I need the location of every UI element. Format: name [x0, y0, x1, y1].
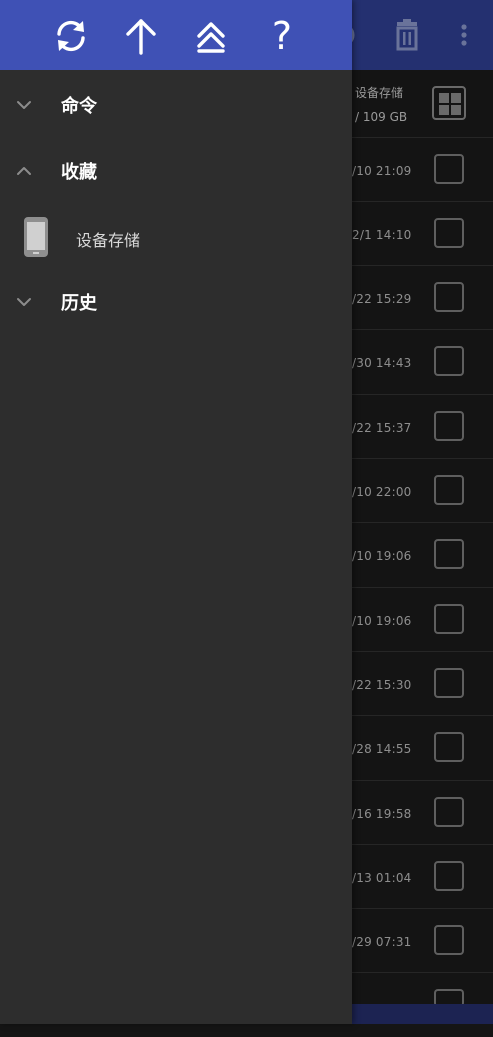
refresh-icon[interactable] — [51, 16, 91, 56]
row-checkbox[interactable] — [434, 604, 464, 634]
arrow-up-icon[interactable] — [121, 16, 161, 56]
section-label: 历史 — [61, 293, 97, 314]
table-row[interactable]: /10 21:09 — [352, 137, 493, 202]
row-checkbox[interactable] — [434, 282, 464, 312]
section-history[interactable]: 历史 — [0, 277, 352, 327]
row-checkbox[interactable] — [434, 925, 464, 955]
row-checkbox[interactable] — [434, 861, 464, 891]
table-row[interactable]: /22 15:29 — [352, 265, 493, 330]
row-checkbox[interactable] — [434, 539, 464, 569]
storage-size: / 109 GB — [355, 110, 408, 124]
modified-date: /22 15:37 — [352, 421, 412, 435]
modified-date: /13 01:04 — [352, 871, 412, 885]
modified-date: /28 14:55 — [352, 742, 412, 756]
modified-date: /10 19:06 — [352, 549, 412, 563]
row-checkbox[interactable] — [434, 346, 464, 376]
modified-date: /10 22:00 — [352, 485, 412, 499]
table-row[interactable]: /30 14:43 — [352, 329, 493, 394]
help-icon[interactable]: ? — [262, 16, 302, 56]
table-row[interactable]: /22 15:37 — [352, 394, 493, 459]
drawer-toolbar: ? — [0, 0, 352, 70]
table-row[interactable]: /13 01:04 — [352, 844, 493, 909]
table-row[interactable]: /10 22:00 — [352, 458, 493, 523]
delete-icon[interactable] — [390, 18, 424, 52]
section-favorites[interactable]: 收藏 — [0, 146, 352, 196]
more-vert-icon[interactable] — [452, 18, 476, 52]
bottom-bar — [352, 1004, 493, 1024]
modified-date: /22 15:30 — [352, 678, 412, 692]
chevron-down-icon — [14, 97, 34, 113]
modified-date: /16 19:58 — [352, 807, 412, 821]
help-glyph: ? — [271, 14, 293, 58]
double-chevron-up-icon[interactable] — [191, 16, 231, 56]
table-row[interactable]: /29 07:31 — [352, 908, 493, 973]
modified-date: /29 07:31 — [352, 935, 412, 949]
modified-date: /30 14:43 — [352, 356, 412, 370]
table-row[interactable]: 2/1 14:10 — [352, 201, 493, 266]
table-row[interactable]: /28 14:55 — [352, 715, 493, 780]
chevron-up-icon — [14, 163, 34, 179]
table-row[interactable]: /10 19:06 — [352, 587, 493, 652]
modified-date: /10 21:09 — [352, 164, 412, 178]
section-label: 收藏 — [61, 162, 97, 183]
section-commands[interactable]: 命令 — [0, 80, 352, 130]
row-checkbox[interactable] — [434, 218, 464, 248]
row-checkbox[interactable] — [434, 732, 464, 762]
navigation-drawer: ? 命令 收藏 设备存储 历史 — [0, 0, 352, 1024]
row-checkbox[interactable] — [434, 475, 464, 505]
grid-view-icon[interactable] — [432, 86, 466, 120]
row-checkbox[interactable] — [434, 797, 464, 827]
favorite-item-device-storage[interactable]: 设备存储 — [0, 208, 352, 266]
modified-date: /22 15:29 — [352, 292, 412, 306]
storage-name: 设备存储 — [355, 86, 404, 100]
row-checkbox[interactable] — [434, 411, 464, 441]
section-label: 命令 — [61, 96, 97, 117]
phone-icon — [22, 216, 50, 258]
row-checkbox[interactable] — [434, 154, 464, 184]
table-row[interactable]: /10 19:06 — [352, 522, 493, 587]
modified-date: 2/1 14:10 — [352, 228, 412, 242]
table-row[interactable]: /22 15:30 — [352, 651, 493, 716]
modified-date: /10 19:06 — [352, 614, 412, 628]
table-row[interactable]: /16 19:58 — [352, 780, 493, 845]
row-checkbox[interactable] — [434, 668, 464, 698]
favorite-item-label: 设备存储 — [76, 231, 141, 250]
chevron-down-icon — [14, 294, 34, 310]
